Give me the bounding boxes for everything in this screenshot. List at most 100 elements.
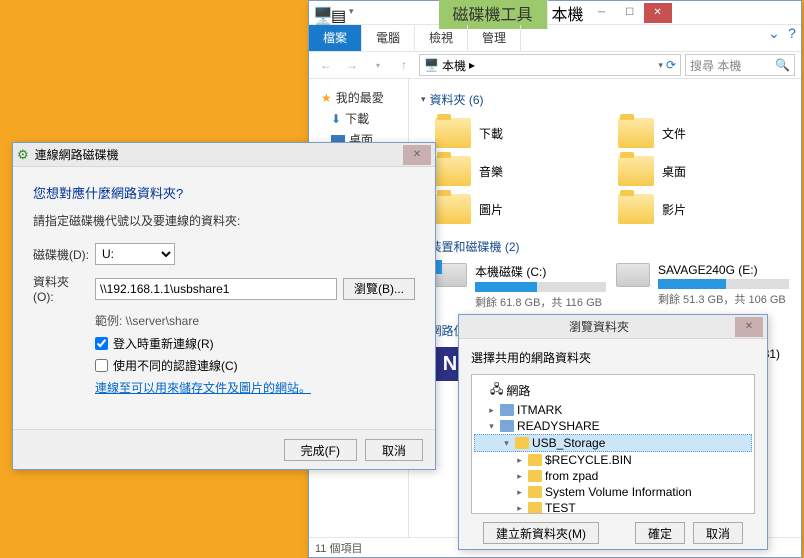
drive-c[interactable]: 本機磁碟 (C:) 剩餘 61.8 GB，共 116 GB (433, 263, 606, 310)
reconnect-checkbox-row[interactable]: 登入時重新連線(R) (95, 335, 415, 352)
group-drives-header[interactable]: 裝置和磁碟機 (2) (421, 234, 789, 259)
folder-path-label: 資料夾(O): (33, 273, 89, 304)
folder-icon (528, 502, 542, 514)
browse-button[interactable]: 瀏覽(B)... (343, 278, 415, 300)
map-drive-icon: ⚙ (17, 147, 29, 163)
folder-music[interactable]: 音樂 (433, 154, 606, 188)
drive-icon (433, 263, 467, 287)
tab-manage[interactable]: 管理 (468, 25, 521, 51)
app-icon: 🖥️ (313, 6, 327, 20)
folder-icon (528, 470, 542, 482)
chevron-right-icon[interactable]: ▸ (469, 58, 475, 72)
nav-history-dropdown[interactable]: ▾ (367, 54, 389, 76)
tree-item[interactable]: ▸from zpad (474, 468, 752, 484)
folder-icon (528, 454, 542, 466)
folder-icon (435, 156, 471, 186)
folder-icon (618, 194, 654, 224)
tab-file[interactable]: 檔案 (309, 25, 362, 51)
refresh-icon[interactable]: ⟳ (666, 58, 676, 72)
window-title: 本機 (552, 1, 584, 25)
folder-path-input[interactable] (95, 278, 337, 300)
folder-icon (435, 194, 471, 224)
dialog-close-button[interactable]: ✕ (403, 145, 431, 165)
star-icon: ★ (321, 91, 332, 105)
cancel-button[interactable]: 取消 (365, 439, 423, 461)
map-drive-dialog: ⚙ 連線網路磁碟機 ✕ 您想對應什麼網路資料夾? 請指定磁碟機代號以及要連線的資… (12, 142, 436, 470)
tree-network[interactable]: 🖧網路 (474, 379, 752, 402)
folder-videos[interactable]: 影片 (616, 192, 789, 226)
reconnect-label: 登入時重新連線(R) (113, 335, 214, 352)
folder-downloads[interactable]: 下載 (433, 116, 606, 150)
drive-usage: 剩餘 61.8 GB，共 116 GB (475, 294, 606, 310)
drive-label: SAVAGE240G (E:) (658, 263, 789, 277)
ribbon-tabs: 檔案 電腦 檢視 管理 ⌄ ? (309, 25, 801, 51)
connect-website-link[interactable]: 連線至可以用來儲存文件及圖片的網站。 (95, 379, 415, 396)
tab-computer[interactable]: 電腦 (362, 25, 415, 51)
browse-cancel-button[interactable]: 取消 (693, 522, 743, 544)
diffcred-checkbox-row[interactable]: 使用不同的認證連線(C) (95, 357, 415, 374)
folder-icon (528, 486, 542, 498)
tree-item[interactable]: ▸TEST (474, 500, 752, 514)
download-icon: ⬇ (331, 112, 341, 126)
folder-pictures[interactable]: 圖片 (433, 192, 606, 226)
new-folder-button[interactable]: 建立新資料夾(M) (483, 522, 599, 544)
computer-icon (500, 420, 514, 432)
diffcred-checkbox[interactable] (95, 359, 108, 372)
qat-properties-icon[interactable]: ▤ (331, 6, 345, 20)
browse-folder-dialog: 瀏覽資料夾 ✕ 選擇共用的網路資料夾 🖧網路 ▸ITMARK ▾READYSHA… (458, 314, 768, 550)
nav-downloads[interactable]: ⬇下載 (313, 108, 404, 129)
address-dropdown-icon[interactable]: ▾ (658, 60, 663, 71)
minimize-button[interactable]: ─ (588, 3, 616, 23)
computer-icon: 🖥️ (424, 58, 439, 72)
ribbon-expand-icon[interactable]: ⌄ (765, 25, 783, 51)
browse-instruction: 選擇共用的網路資料夾 (471, 349, 755, 366)
folder-icon (515, 437, 529, 449)
tab-view[interactable]: 檢視 (415, 25, 468, 51)
nav-up-button[interactable]: ↑ (393, 54, 415, 76)
drive-letter-label: 磁碟機(D): (33, 246, 89, 263)
address-label: 本機 (442, 57, 466, 74)
quick-access-toolbar: 🖥️ ▤ ▾ 磁碟機工具 本機 ─ ☐ ✕ (309, 1, 801, 25)
close-button[interactable]: ✕ (644, 3, 672, 23)
drive-e[interactable]: SAVAGE240G (E:) 剩餘 51.3 GB，共 106 GB (616, 263, 789, 310)
search-input[interactable]: 搜尋 本機 🔍 (685, 54, 795, 76)
folder-icon (618, 118, 654, 148)
qat-dropdown-icon[interactable]: ▾ (349, 6, 363, 20)
address-bar-row: ← → ▾ ↑ 🖥️ 本機 ▸ ▾ ⟳ 搜尋 本機 🔍 (309, 51, 801, 79)
dialog-instruction: 請指定磁碟機代號以及要連線的資料夾: (33, 212, 415, 229)
tree-item[interactable]: ▸System Volume Information (474, 484, 752, 500)
address-bar[interactable]: 🖥️ 本機 ▸ ▾ ⟳ (419, 54, 681, 76)
finish-button[interactable]: 完成(F) (284, 439, 357, 461)
browse-title: 瀏覽資料夾 (463, 318, 735, 335)
tree-readyshare[interactable]: ▾READYSHARE (474, 418, 752, 434)
reconnect-checkbox[interactable] (95, 337, 108, 350)
nav-forward-button[interactable]: → (341, 54, 363, 76)
maximize-button[interactable]: ☐ (616, 3, 644, 23)
folder-icon (435, 118, 471, 148)
folder-tree[interactable]: 🖧網路 ▸ITMARK ▾READYSHARE ▾USB_Storage ▸$R… (471, 374, 755, 514)
diffcred-label: 使用不同的認證連線(C) (113, 357, 238, 374)
folder-icon (618, 156, 654, 186)
tree-usb-storage[interactable]: ▾USB_Storage (474, 434, 752, 452)
network-icon: 🖧 (490, 380, 503, 401)
group-folders-header[interactable]: 資料夾 (6) (421, 87, 789, 112)
computer-icon (500, 404, 514, 416)
folder-documents[interactable]: 文件 (616, 116, 789, 150)
ok-button[interactable]: 確定 (635, 522, 685, 544)
example-text: 範例: \\server\share (95, 312, 415, 329)
browse-close-button[interactable]: ✕ (735, 317, 763, 337)
help-icon[interactable]: ? (783, 25, 801, 51)
nav-back-button[interactable]: ← (315, 54, 337, 76)
folder-desktop[interactable]: 桌面 (616, 154, 789, 188)
tree-item[interactable]: ▸$RECYCLE.BIN (474, 452, 752, 468)
drive-label: 本機磁碟 (C:) (475, 263, 606, 280)
dialog-heading: 您想對應什麼網路資料夾? (33, 183, 415, 202)
drive-letter-select[interactable]: U: (95, 243, 175, 265)
search-icon: 🔍 (775, 58, 790, 72)
search-placeholder: 搜尋 本機 (690, 57, 741, 74)
tree-itmark[interactable]: ▸ITMARK (474, 402, 752, 418)
nav-favorites[interactable]: ★我的最愛 (313, 87, 404, 108)
dialog-title: 連線網路磁碟機 (35, 146, 403, 163)
drive-icon (616, 263, 650, 287)
drive-usage: 剩餘 51.3 GB，共 106 GB (658, 291, 789, 307)
